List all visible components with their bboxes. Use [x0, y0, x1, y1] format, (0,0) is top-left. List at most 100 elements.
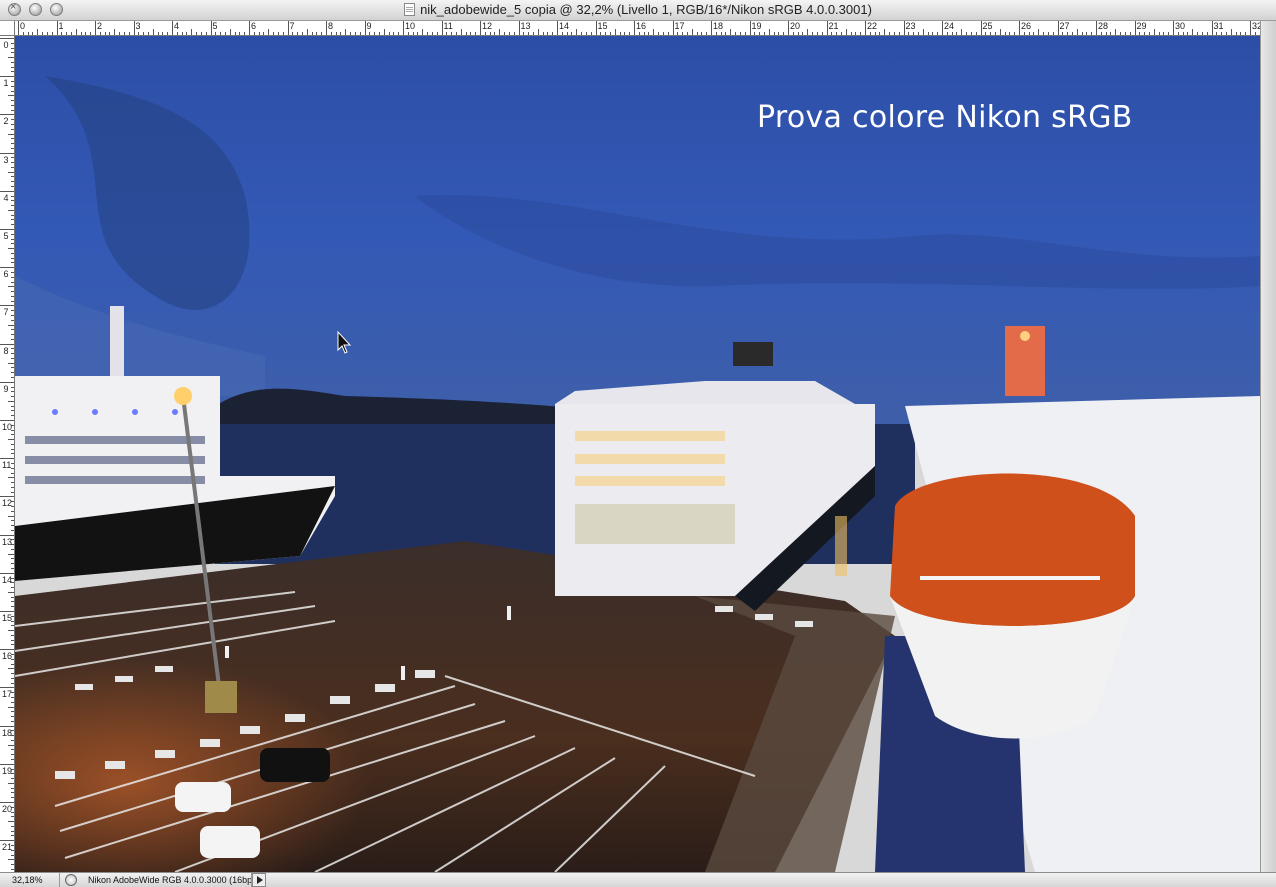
ruler-tick — [682, 32, 684, 35]
ruler-vertical[interactable]: 0 1 2 3 4 5 6 7 8 9 10 11 12 13 14 15 16 17 18 19 20 21 — [0, 36, 15, 872]
window-titlebar[interactable]: × nik_adobewide_5 copia @ 32,2% (Livello… — [0, 0, 1276, 21]
ruler-tick — [11, 405, 14, 407]
ruler-tick — [523, 32, 525, 35]
ruler-tick — [119, 32, 121, 35]
ruler-tick — [8, 706, 14, 708]
document-icon[interactable] — [404, 3, 416, 16]
ruler-tick — [788, 21, 789, 35]
triangle-right-icon[interactable] — [252, 873, 266, 887]
ruler-tick — [739, 32, 741, 35]
ruler-tick — [1163, 32, 1165, 35]
ruler-tick — [11, 162, 14, 164]
ruler-tick — [56, 21, 58, 35]
ruler-tick — [0, 420, 14, 421]
ruler-tick — [634, 21, 635, 35]
ruler-tick — [1221, 32, 1223, 35]
ruler-tick — [561, 32, 563, 35]
ruler-tick — [552, 32, 554, 35]
ruler-label: 22 — [867, 21, 878, 31]
ruler-label: 20 — [790, 21, 801, 31]
ruler-tick — [917, 32, 919, 35]
ruler-tick — [46, 32, 48, 35]
status-menu-icon[interactable] — [65, 874, 77, 886]
ruler-tick — [913, 32, 915, 35]
ruler-tick — [11, 214, 14, 216]
ruler-tick — [831, 32, 833, 35]
ruler-tick — [1235, 32, 1237, 35]
ruler-tick — [629, 32, 631, 35]
ruler-tick — [460, 29, 462, 35]
ruler-tick — [807, 29, 809, 35]
ruler-tick — [11, 520, 14, 522]
ruler-tick — [11, 252, 14, 254]
ruler-tick — [999, 29, 1001, 35]
ruler-tick — [11, 625, 14, 627]
ruler-tick — [619, 32, 621, 35]
zoom-level-field[interactable]: 32,18% — [0, 873, 60, 887]
ruler-label: 12 — [482, 21, 493, 31]
image-canvas[interactable]: Prova colore Nikon sRGB — [15, 36, 1260, 872]
ruler-tick — [311, 32, 313, 35]
ruler-tick — [11, 181, 14, 183]
ruler-tick — [946, 32, 948, 35]
ruler-tick — [18, 21, 19, 35]
ruler-tick — [8, 744, 14, 746]
ruler-tick — [147, 32, 149, 35]
ruler-tick — [638, 32, 640, 35]
ruler-tick — [85, 32, 87, 35]
ruler-tick — [8, 821, 14, 823]
ruler-tick — [0, 572, 14, 574]
ruler-tick — [624, 32, 626, 35]
ruler-tick — [701, 32, 703, 35]
ruler-label: 9 — [366, 21, 372, 31]
ruler-tick — [70, 32, 72, 35]
ruler-tick — [11, 601, 14, 603]
ruler-tick — [1168, 32, 1170, 35]
ruler-tick — [11, 291, 14, 293]
ruler-tick — [11, 792, 14, 794]
ruler-tick — [11, 329, 14, 331]
ruler-tick — [11, 262, 14, 264]
ruler-tick — [104, 32, 106, 35]
ruler-tick — [8, 57, 14, 59]
ruler-tick — [11, 587, 14, 589]
ruler-tick — [970, 32, 972, 35]
ruler-tick — [11, 157, 14, 159]
ruler-tick — [292, 32, 294, 35]
ruler-tick — [11, 166, 14, 168]
ruler-tick — [8, 782, 14, 784]
ruler-tick — [11, 563, 14, 565]
ruler-tick — [0, 267, 14, 269]
ruler-tick — [11, 66, 14, 68]
ruler-tick — [8, 286, 14, 288]
ruler-tick — [0, 458, 14, 460]
ruler-tick — [1081, 32, 1083, 35]
ruler-tick — [1206, 32, 1208, 35]
ruler-tick — [1067, 32, 1069, 35]
ruler-tick — [11, 338, 14, 340]
ruler-tick — [1148, 32, 1150, 35]
ruler-tick — [1091, 32, 1093, 35]
ruler-tick — [855, 32, 857, 35]
ruler-tick — [369, 32, 371, 35]
ruler-tick — [711, 21, 712, 35]
ruler-tick — [253, 32, 255, 35]
ruler-tick — [0, 649, 14, 651]
ruler-tick — [8, 515, 14, 517]
vertical-scrollbar[interactable] — [1260, 21, 1276, 872]
ruler-tick — [0, 687, 14, 689]
ruler-tick — [1124, 32, 1126, 35]
ruler-tick — [1216, 32, 1218, 35]
ruler-label: 0 — [3, 40, 9, 50]
ruler-tick — [11, 47, 14, 49]
ruler-tick — [484, 32, 486, 35]
ruler-tick — [513, 32, 515, 35]
ruler-horizontal[interactable]: 0 1 2 3 4 5 6 7 8 9 10 11 12 13 14 15 16 17 18 19 20 21 22 23 24… — [15, 21, 1262, 36]
ruler-tick — [1250, 21, 1251, 35]
ruler-tick — [345, 29, 347, 35]
ruler-tick — [244, 32, 246, 35]
ruler-origin[interactable] — [0, 21, 15, 36]
document-profile-info[interactable]: Nikon AdobeWide RGB 4.0.0.3000 (16bpc) — [84, 873, 252, 887]
ruler-tick — [186, 32, 188, 35]
ruler-label: 3 — [3, 154, 9, 165]
